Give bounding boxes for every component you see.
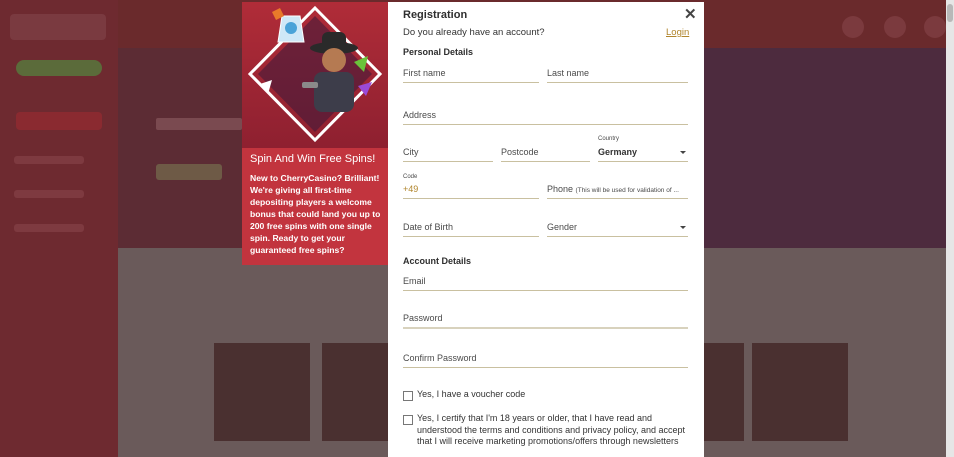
- code-label: Code: [403, 174, 418, 180]
- bg-top-icon: [884, 16, 906, 38]
- phone-label-text: Phone: [547, 184, 574, 194]
- promo-description: New to CherryCasino? Brilliant! We're gi…: [250, 173, 381, 255]
- have-account-text: Do you already have an account?: [403, 27, 545, 38]
- gender-label: Gender: [547, 222, 578, 232]
- personal-details-heading: Personal Details: [403, 47, 474, 57]
- promo-image: [242, 2, 388, 148]
- bg-menu-line: [14, 190, 84, 198]
- country-value: Germany: [598, 147, 638, 157]
- page-scrollbar[interactable]: [946, 0, 954, 457]
- code-value: +49: [403, 184, 419, 194]
- confirm-password-field[interactable]: Confirm Password: [403, 349, 688, 368]
- postcode-field[interactable]: Postcode: [501, 144, 590, 162]
- bg-hero-text: [156, 118, 242, 130]
- confirm-password-label: Confirm Password: [403, 353, 477, 363]
- voucher-checkbox-row[interactable]: Yes, I have a voucher code: [403, 389, 688, 403]
- city-field[interactable]: City: [403, 144, 493, 162]
- terms-checkbox-label: Yes, I certify that I'm 18 years or olde…: [417, 413, 685, 446]
- promo-title: Spin And Win Free Spins!: [250, 153, 376, 165]
- scrollbar-thumb[interactable]: [947, 4, 953, 22]
- bg-menu-line: [14, 224, 84, 232]
- promo-panel: Spin And Win Free Spins! New to CherryCa…: [242, 2, 388, 265]
- password-label: Password: [403, 313, 443, 323]
- first-name-label: First name: [403, 68, 446, 78]
- gender-select[interactable]: Gender: [547, 218, 688, 237]
- password-field[interactable]: Password: [403, 310, 688, 329]
- chevron-down-icon: [680, 226, 686, 229]
- bg-top-icon: [924, 16, 946, 38]
- last-name-field[interactable]: Last name: [547, 64, 688, 83]
- bg-top-icon: [842, 16, 864, 38]
- phone-note: (This will be used for validation of ...: [575, 187, 679, 194]
- modal-title: Registration: [403, 9, 468, 21]
- country-select[interactable]: Country Germany: [598, 136, 688, 162]
- bg-menu-line: [14, 156, 84, 164]
- city-label: City: [403, 147, 419, 157]
- terms-checkbox-row[interactable]: Yes, I certify that I'm 18 years or olde…: [403, 413, 688, 457]
- account-details-heading: Account Details: [403, 256, 472, 266]
- login-link[interactable]: Login: [666, 27, 689, 38]
- address-label: Address: [403, 110, 437, 120]
- address-field[interactable]: Address: [403, 106, 688, 125]
- voucher-checkbox[interactable]: [403, 391, 413, 401]
- terms-checkbox[interactable]: [403, 415, 413, 425]
- country-label: Country: [598, 136, 620, 142]
- bg-green-button: [16, 60, 102, 76]
- phone-code-field[interactable]: Code +49: [403, 174, 539, 199]
- bg-hero-button: [156, 164, 222, 180]
- last-name-label: Last name: [547, 68, 590, 78]
- cowboy-mascot-illustration: [247, 5, 383, 143]
- bg-red-button: [16, 112, 102, 130]
- close-icon[interactable]: ✕: [684, 7, 697, 23]
- dob-label: Date of Birth: [403, 222, 454, 232]
- first-name-field[interactable]: First name: [403, 64, 539, 83]
- voucher-checkbox-label: Yes, I have a voucher code: [417, 389, 526, 399]
- postcode-label: Postcode: [501, 147, 539, 157]
- email-label: Email: [403, 276, 426, 286]
- bg-game-tile: [704, 343, 744, 441]
- phone-label: Phone (This will be used for validation …: [547, 184, 679, 194]
- phone-field[interactable]: Phone (This will be used for validation …: [547, 174, 688, 199]
- bg-game-tile: [214, 343, 310, 441]
- chevron-down-icon: [680, 151, 686, 154]
- bg-game-tile: [752, 343, 848, 441]
- bg-logo: [10, 14, 106, 40]
- registration-modal: Registration ✕ Do you already have an ac…: [388, 2, 704, 457]
- dob-field[interactable]: Date of Birth: [403, 218, 539, 237]
- email-field[interactable]: Email: [403, 272, 688, 291]
